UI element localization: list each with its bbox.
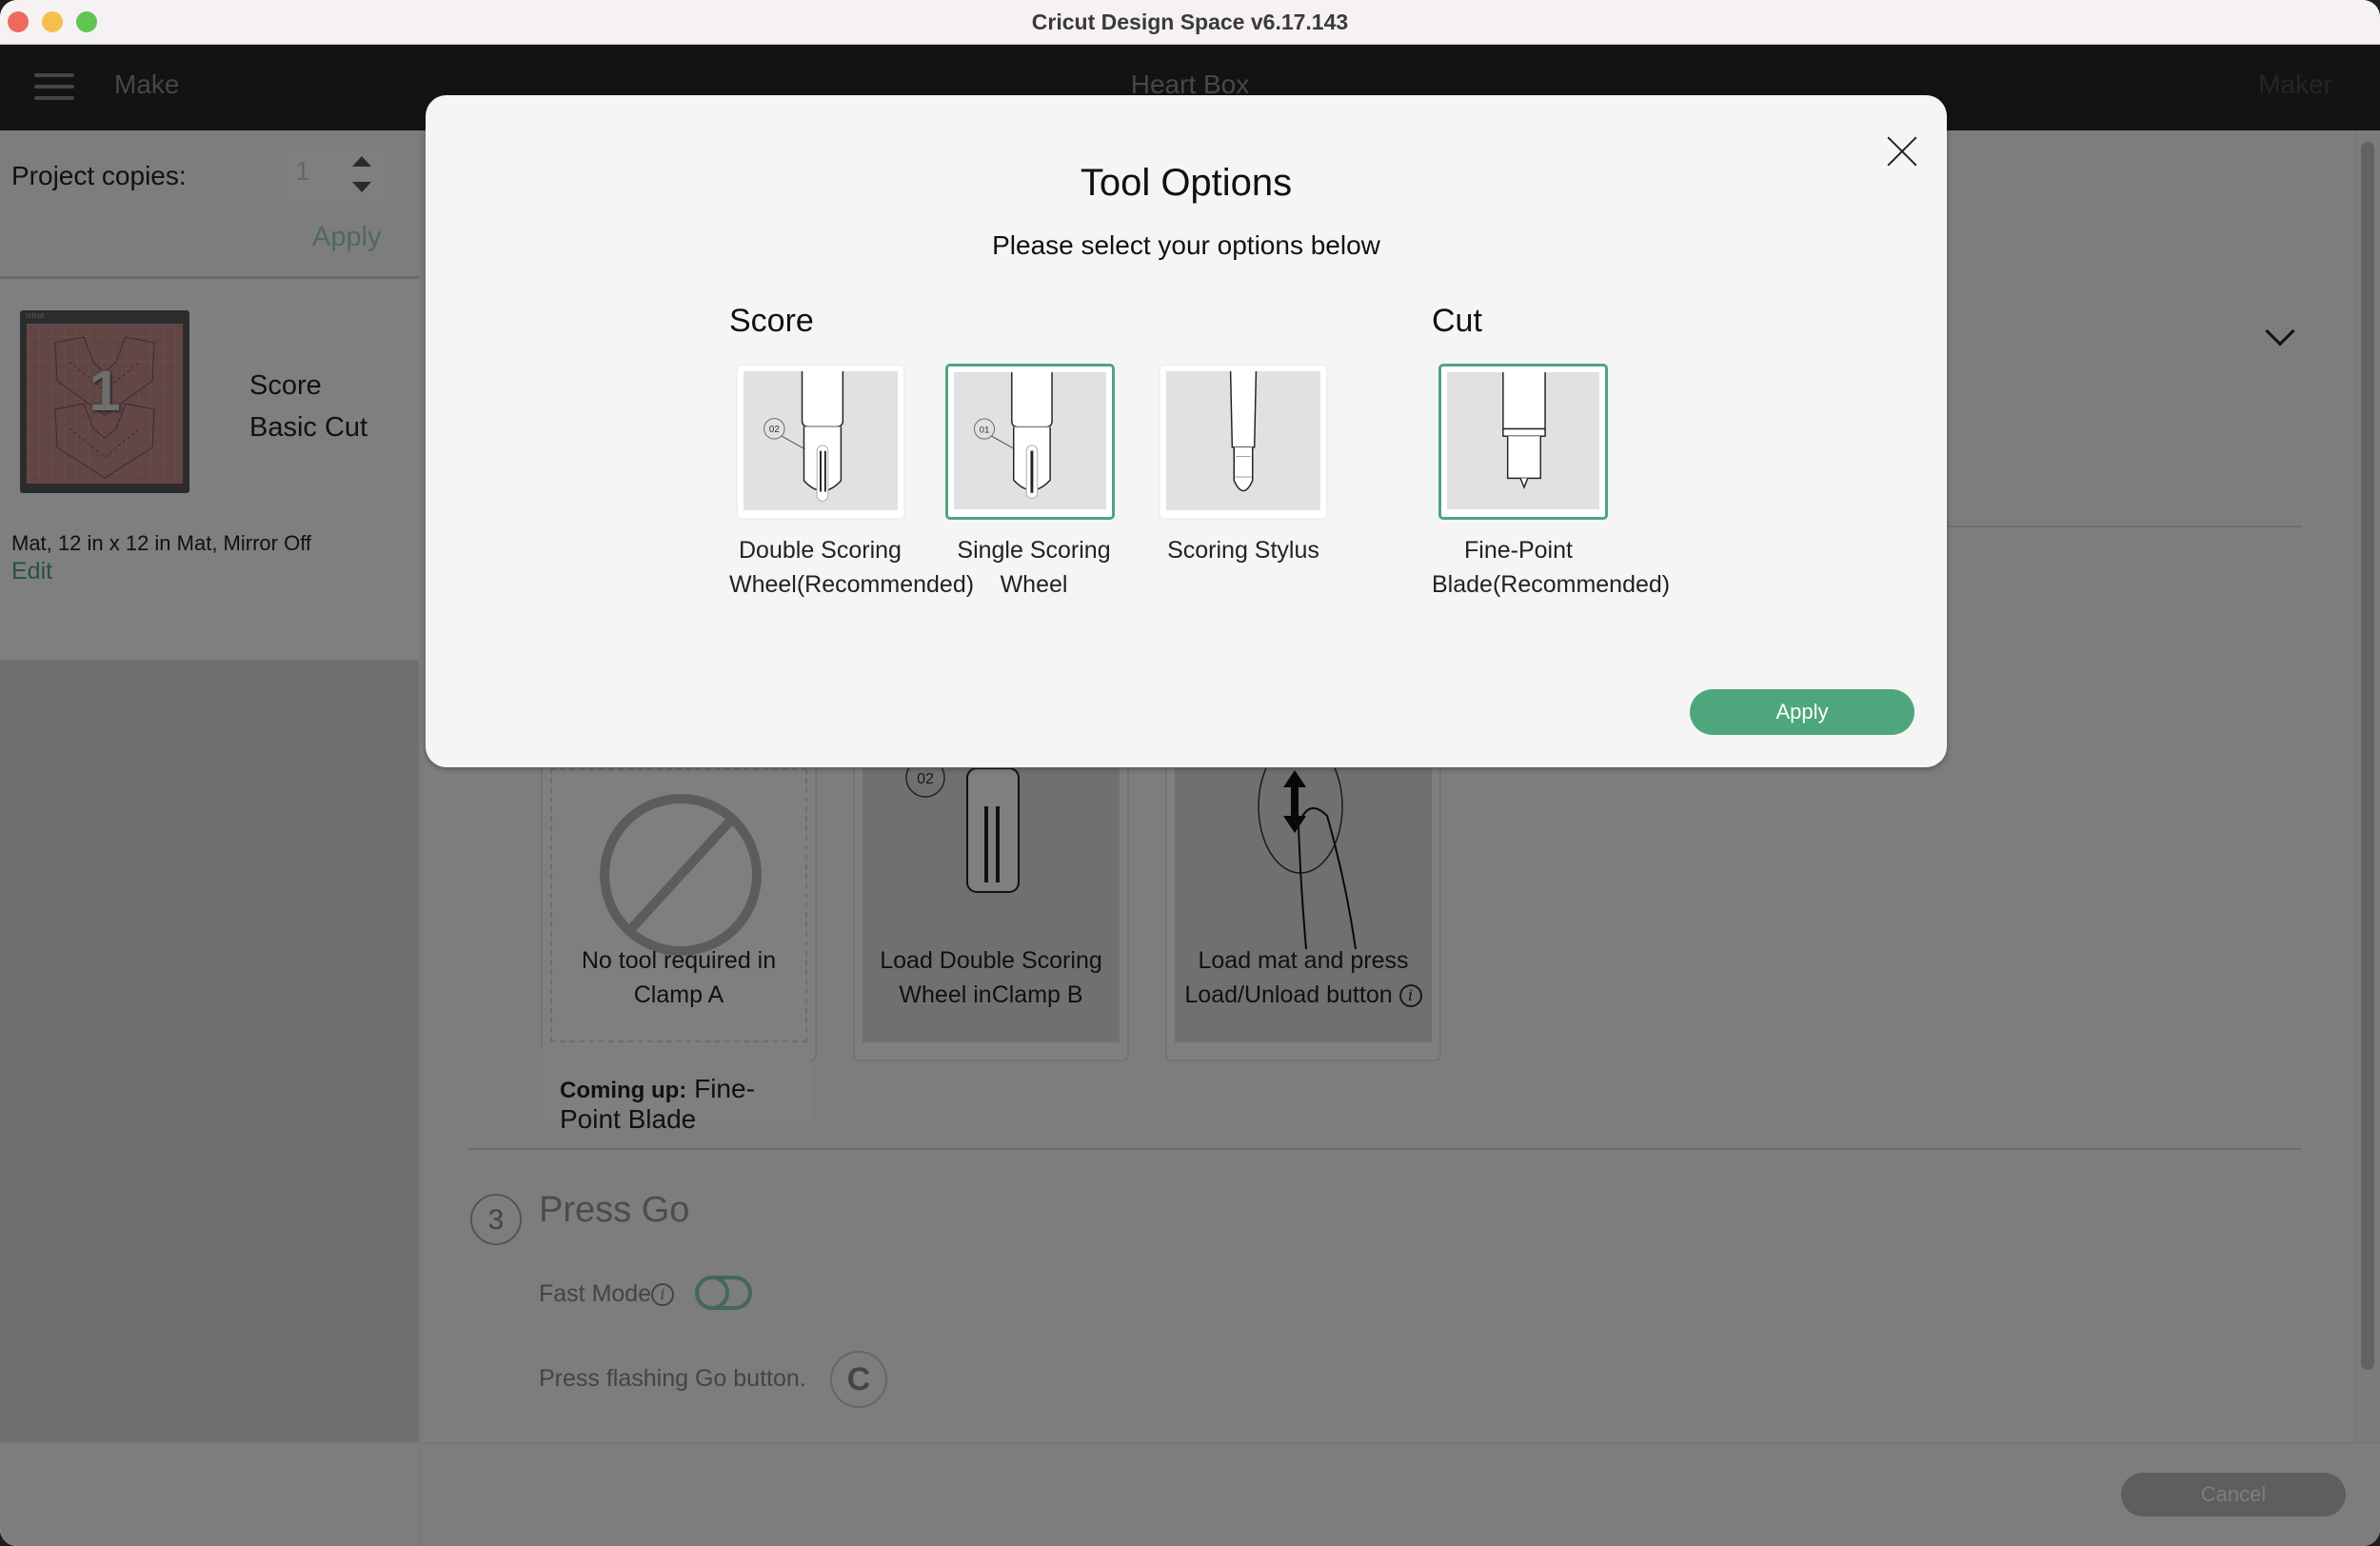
window-title: Cricut Design Space v6.17.143: [1031, 10, 1349, 34]
score-group-label: Score: [729, 303, 814, 339]
dialog-subtitle: Please select your options below: [992, 230, 1380, 260]
tool-badge: 02: [769, 425, 780, 435]
tool-label-scoring-stylus: Scoring Stylus: [1167, 537, 1319, 564]
tool-label-double-scoring-wheel: Double Scoring Wheel(Recommended): [729, 537, 975, 598]
tool-option-scoring-stylus[interactable]: [1159, 364, 1328, 520]
dialog-title: Tool Options: [1080, 162, 1293, 204]
scoring-stylus-icon: [1229, 371, 1258, 492]
tool-label-fine-point-blade: Fine-Point Blade(Recommended): [1432, 537, 1671, 598]
apply-button[interactable]: Apply: [1690, 689, 1914, 735]
tool-options-dialog: Tool Options Please select your options …: [426, 95, 1947, 767]
tool-option-fine-point-blade[interactable]: [1438, 364, 1608, 520]
cut-group-label: Cut: [1432, 303, 1482, 339]
app-window: Cricut Design Space v6.17.143 Make Heart…: [0, 0, 2380, 1546]
title-bar: Cricut Design Space v6.17.143: [0, 0, 2380, 45]
tool-option-single-scoring-wheel[interactable]: 01: [945, 364, 1115, 520]
single-scoring-wheel-icon: 01: [973, 372, 1053, 499]
double-scoring-wheel-icon: 02: [764, 371, 844, 502]
tool-badge: 01: [980, 425, 990, 435]
tool-option-double-scoring-wheel[interactable]: 02: [736, 364, 905, 520]
tool-label-single-scoring-wheel: Single Scoring Wheel: [957, 537, 1111, 598]
fine-point-blade-icon: [1502, 372, 1546, 489]
